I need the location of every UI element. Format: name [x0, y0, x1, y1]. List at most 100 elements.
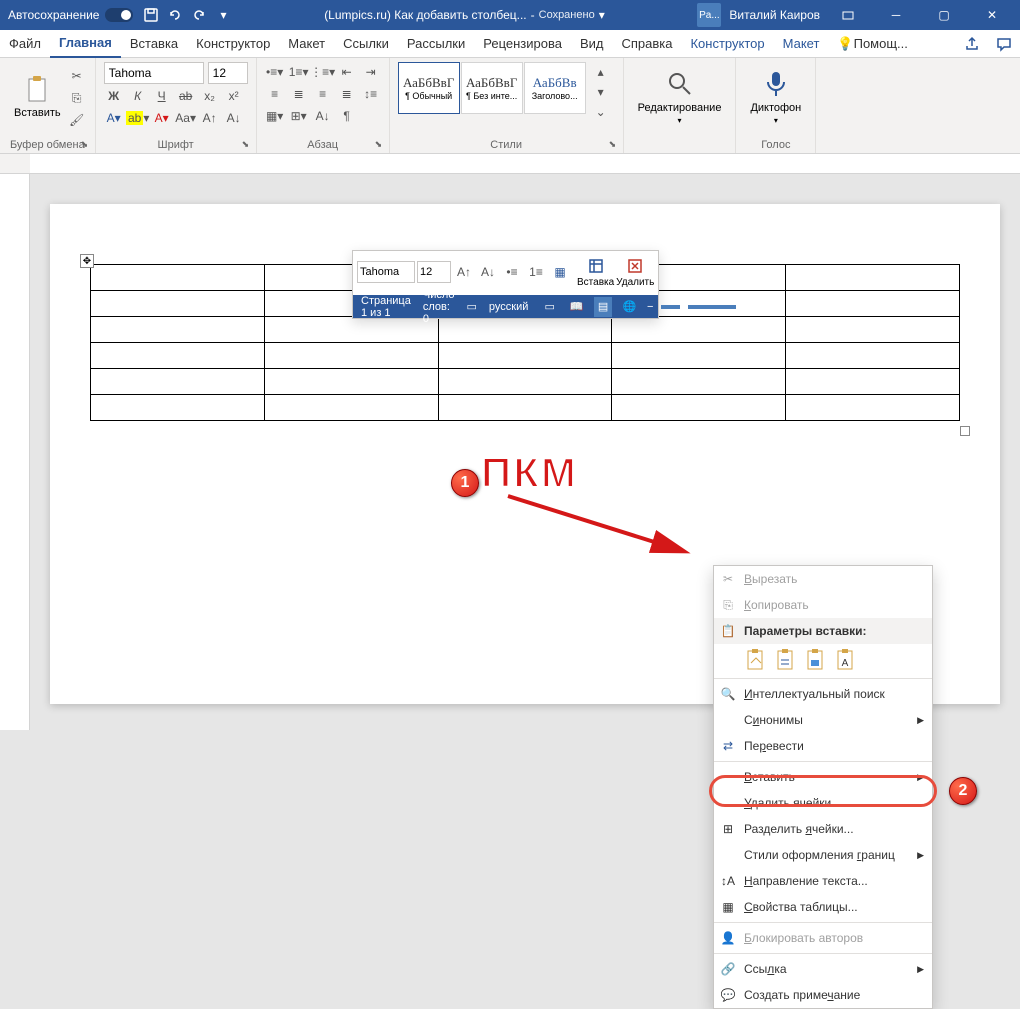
- paste-picture-icon[interactable]: [804, 648, 828, 672]
- redo-icon[interactable]: [191, 7, 207, 23]
- highlight-button[interactable]: ab▾: [128, 108, 148, 128]
- zoom-out-button[interactable]: −: [647, 301, 653, 313]
- tab-design[interactable]: Конструктор: [187, 30, 279, 58]
- grow-font-button[interactable]: A↑: [200, 108, 220, 128]
- read-mode-button[interactable]: 📖: [567, 297, 586, 317]
- status-proofing-icon[interactable]: ▭: [467, 300, 477, 313]
- shrink-font-button[interactable]: A↓: [224, 108, 244, 128]
- style-heading1[interactable]: АаБбВв Заголово...: [524, 62, 586, 114]
- ctx-border-styles[interactable]: Стили оформления границ▶: [714, 842, 932, 868]
- format-painter-icon[interactable]: 🖌: [67, 110, 87, 130]
- paste-button[interactable]: Вставить: [8, 62, 67, 130]
- paragraph-launcher[interactable]: ⬊: [375, 139, 387, 151]
- status-language[interactable]: русский: [489, 301, 528, 313]
- copy-icon[interactable]: ⎘: [67, 88, 87, 108]
- mini-insert-icon[interactable]: [585, 255, 607, 277]
- font-size-select[interactable]: [208, 62, 248, 84]
- paste-text-icon[interactable]: A: [834, 648, 858, 672]
- ctx-block-authors[interactable]: 👤Блокировать авторов: [714, 925, 932, 951]
- ruler-horizontal[interactable]: [0, 154, 1020, 174]
- print-layout-button[interactable]: ▤: [594, 297, 613, 317]
- ctx-delete-cells[interactable]: Удалить ячейки...: [714, 790, 932, 816]
- editing-button[interactable]: Редактирование ▾: [632, 62, 728, 130]
- ctx-smart-lookup[interactable]: 🔍Интеллектуальный поиск: [714, 681, 932, 707]
- align-center-button[interactable]: ≣: [289, 84, 309, 104]
- status-words[interactable]: Число слов: 0: [423, 289, 455, 325]
- shading-button[interactable]: ▦▾: [265, 106, 285, 126]
- mini-font-select[interactable]: [357, 261, 415, 283]
- tab-help[interactable]: Справка: [612, 30, 681, 58]
- ctx-table-props[interactable]: ▦Свойства таблицы...: [714, 894, 932, 920]
- ctx-insert[interactable]: Вставить▶: [714, 764, 932, 790]
- text-effects-button[interactable]: A▾: [104, 108, 124, 128]
- status-page[interactable]: Страница 1 из 1: [361, 295, 411, 319]
- ctx-split-cells[interactable]: ⊞Разделить ячейки...: [714, 816, 932, 842]
- ctx-translate[interactable]: ⇄Перевести: [714, 733, 932, 759]
- font-color-button[interactable]: A▾: [152, 108, 172, 128]
- bullets-button[interactable]: •≡▾: [265, 62, 285, 82]
- table-move-handle[interactable]: ✥: [80, 254, 94, 268]
- mini-shrinkfont-button[interactable]: A↓: [477, 261, 499, 283]
- tab-insert[interactable]: Вставка: [121, 30, 187, 58]
- user-avatar[interactable]: Pa...: [697, 3, 721, 27]
- save-icon[interactable]: [143, 7, 159, 23]
- font-family-select[interactable]: [104, 62, 204, 84]
- tab-file[interactable]: Файл: [0, 30, 50, 58]
- ctx-link[interactable]: 🔗Ссылка▶: [714, 956, 932, 982]
- styles-up-icon[interactable]: ▴: [591, 62, 611, 82]
- superscript-button[interactable]: x²: [224, 86, 244, 106]
- ctx-text-direction[interactable]: ↕AНаправление текста...: [714, 868, 932, 894]
- italic-button[interactable]: К: [128, 86, 148, 106]
- align-right-button[interactable]: ≡: [313, 84, 333, 104]
- sort-button[interactable]: A↓: [313, 106, 333, 126]
- styles-launcher[interactable]: ⬊: [609, 139, 621, 151]
- cut-icon[interactable]: ✂: [67, 66, 87, 86]
- justify-button[interactable]: ≣: [337, 84, 357, 104]
- multilevel-button[interactable]: ⋮≡▾: [313, 62, 333, 82]
- mini-bullets-button[interactable]: •≡: [501, 261, 523, 283]
- qat-more-icon[interactable]: ▾: [215, 7, 231, 23]
- zoom-in-button[interactable]: +: [744, 301, 750, 313]
- paste-merge-icon[interactable]: [774, 648, 798, 672]
- tab-mailings[interactable]: Рассылки: [398, 30, 474, 58]
- ruler-vertical[interactable]: [0, 174, 30, 730]
- strike-button[interactable]: ab: [176, 86, 196, 106]
- line-spacing-button[interactable]: ↕≡: [361, 84, 381, 104]
- tab-home[interactable]: Главная: [50, 30, 121, 58]
- ctx-cut[interactable]: ✂ВВырезатьырезать: [714, 566, 932, 592]
- tab-layout[interactable]: Макет: [279, 30, 334, 58]
- table-resize-handle[interactable]: [960, 426, 970, 436]
- tab-references[interactable]: Ссылки: [334, 30, 398, 58]
- tab-view[interactable]: Вид: [571, 30, 613, 58]
- dec-indent-button[interactable]: ⇤: [337, 62, 357, 82]
- font-launcher[interactable]: ⬊: [242, 139, 254, 151]
- paste-keep-source-icon[interactable]: [744, 648, 768, 672]
- styles-more-icon[interactable]: ⌄: [591, 102, 611, 122]
- zoom-level[interactable]: 120 %: [759, 295, 788, 319]
- underline-button[interactable]: Ч: [152, 86, 172, 106]
- mini-border-button[interactable]: ▦: [549, 261, 571, 283]
- close-button[interactable]: ✕: [972, 0, 1012, 30]
- mini-size-select[interactable]: [417, 261, 451, 283]
- numbering-button[interactable]: 1≡▾: [289, 62, 309, 82]
- ribbon-options-icon[interactable]: [828, 0, 868, 30]
- share-button[interactable]: [956, 30, 988, 58]
- tab-review[interactable]: Рецензирова: [474, 30, 571, 58]
- style-nospacing[interactable]: АаБбВвГ ¶ Без инте...: [461, 62, 523, 114]
- maximize-button[interactable]: ▢: [924, 0, 964, 30]
- mini-delete-icon[interactable]: [624, 255, 646, 277]
- dictate-button[interactable]: Диктофон ▾: [744, 62, 807, 130]
- style-normal[interactable]: АаБбВвГ ¶ Обычный: [398, 62, 460, 114]
- inc-indent-button[interactable]: ⇥: [361, 62, 381, 82]
- tab-table-design[interactable]: Конструктор: [681, 30, 773, 58]
- focus-mode-button[interactable]: ▭: [540, 297, 559, 317]
- ctx-new-comment[interactable]: 💬Создать примечание: [714, 982, 932, 1008]
- align-left-button[interactable]: ≡: [265, 84, 285, 104]
- change-case-button[interactable]: Aa▾: [176, 108, 196, 128]
- subscript-button[interactable]: x₂: [200, 86, 220, 106]
- comments-button[interactable]: [988, 30, 1020, 58]
- bold-button[interactable]: Ж: [104, 86, 124, 106]
- tab-table-layout[interactable]: Макет: [774, 30, 829, 58]
- borders-button[interactable]: ⊞▾: [289, 106, 309, 126]
- ctx-synonyms[interactable]: Синонимы▶: [714, 707, 932, 733]
